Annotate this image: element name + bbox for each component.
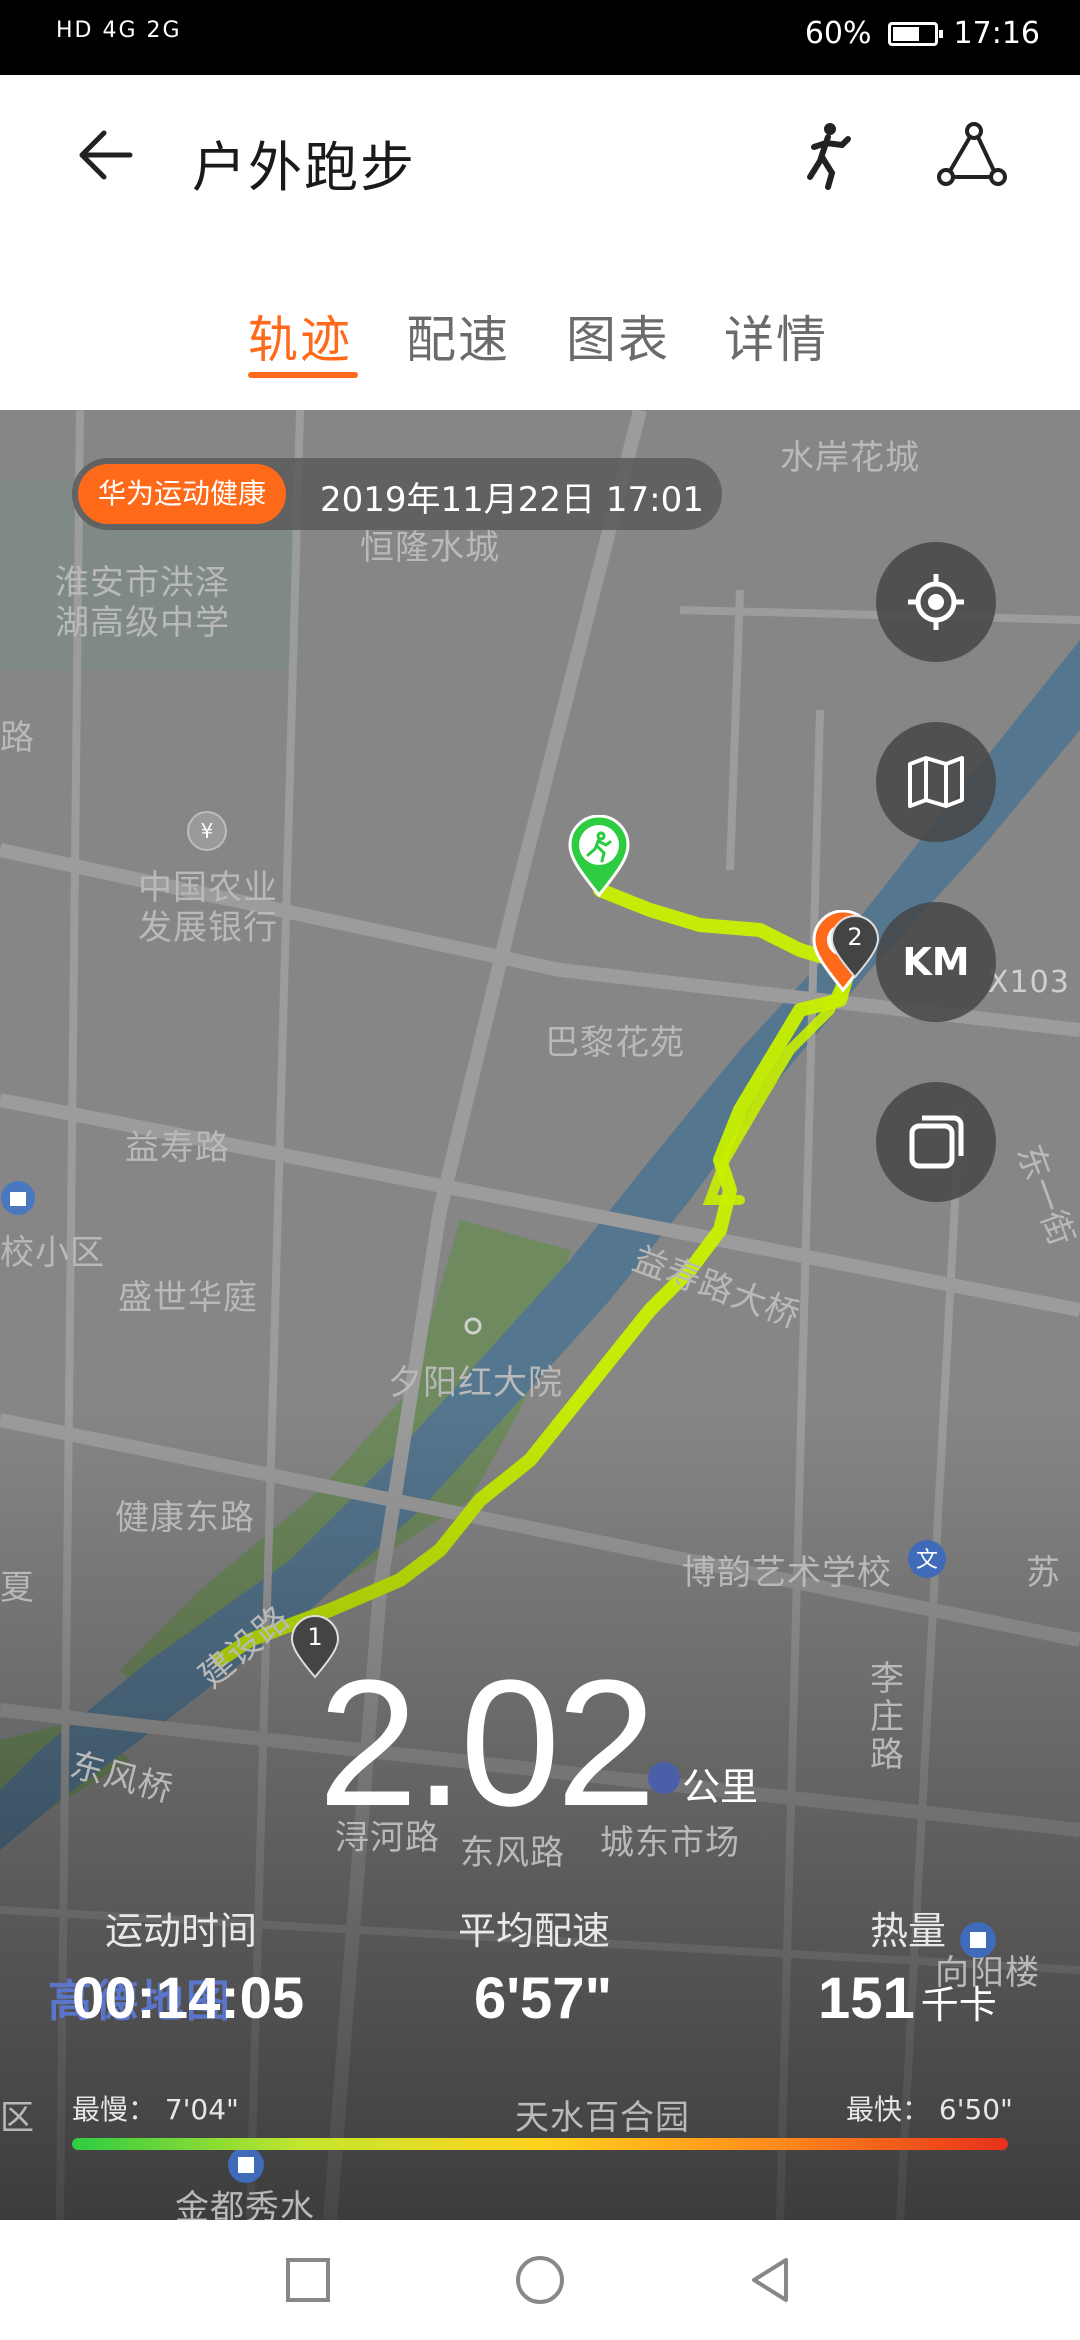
map-label: X103 [988, 965, 1070, 1000]
residence-icon [228, 2147, 264, 2183]
distance-value: 2.02 [318, 1643, 656, 1844]
calories-label: 热量 [870, 1909, 947, 1953]
unit-label: KM [902, 940, 970, 984]
distance-unit: 公里 [682, 1765, 759, 1809]
map-label: 水岸花城 [780, 438, 920, 478]
system-nav-bar [0, 2220, 1080, 2340]
map-label: 博韵艺术学校 [682, 1553, 892, 1593]
map-type-button[interactable] [876, 722, 996, 842]
layers-icon [909, 1115, 964, 1169]
map-label: 李庄路 [870, 1659, 905, 1775]
home-icon[interactable] [512, 2252, 568, 2308]
slowest-pace: 最慢： 7'04" [72, 2093, 239, 2126]
school-icon: 文 [908, 1540, 946, 1578]
map-label: 发展银行 [138, 908, 278, 948]
map-label: 益寿路 [125, 1128, 230, 1168]
map-label: 金都秀水 [175, 2188, 315, 2220]
pace-value: 6'57" [474, 1966, 613, 2031]
app-header: 户外跑步 [0, 75, 1080, 225]
record-datetime: 2019年11月22日 17:01 [320, 480, 704, 520]
map-label: 校小区 [0, 1233, 105, 1273]
network-indicators: HD 4G 2G [56, 18, 182, 43]
duration-value: 00:14:05 [72, 1966, 305, 2031]
battery-percent: 60% [804, 16, 872, 51]
clock: 17:16 [953, 16, 1040, 51]
residence-icon [1, 1181, 35, 1215]
back-icon[interactable] [742, 2252, 798, 2308]
map-label: 夏 [0, 1568, 35, 1608]
start-marker-icon [568, 815, 630, 897]
tab-chart[interactable]: 图表 [566, 300, 670, 372]
svg-text:¥: ¥ [201, 819, 214, 843]
route-map[interactable]: 水岸花城 恒隆水城 淮安市洪泽 湖高级中学 路 中国农业 发展银行 X103 巴… [0, 410, 1080, 2220]
runner-icon[interactable] [790, 117, 866, 193]
map-label: 天水百合园 [515, 2098, 690, 2138]
locate-button[interactable] [876, 542, 996, 662]
tab-details[interactable]: 详情 [724, 300, 828, 372]
svg-text:文: 文 [916, 1548, 938, 1573]
place-dot-icon [464, 1317, 482, 1335]
status-bar: HD 4G 2G 60% 17:16 [0, 0, 1080, 75]
km-marker: 2 [830, 915, 880, 979]
recent-apps-icon[interactable] [280, 2252, 336, 2308]
duration-label: 运动时间 [105, 1909, 258, 1953]
tab-bar: 轨迹 配速 图表 详情 [0, 270, 1080, 410]
map-label: 苏 [1026, 1553, 1061, 1593]
map-label: 夕阳红大院 [388, 1363, 563, 1403]
crosshair-icon [908, 574, 964, 630]
map-label: 湖高级中学 [55, 603, 230, 643]
pace-gradient-bar [72, 2138, 1008, 2150]
map-label: 健康东路 [115, 1498, 255, 1538]
battery-icon [887, 21, 943, 46]
map-label: 路 [0, 718, 35, 758]
map-icon [908, 756, 964, 808]
route-share-icon[interactable] [934, 117, 1010, 193]
page-title: 户外跑步 [192, 136, 416, 199]
unit-button[interactable]: KM [876, 902, 996, 1022]
status-right: 60% 17:16 [805, 16, 1040, 51]
layers-button[interactable] [876, 1082, 996, 1202]
arrow-left-icon[interactable] [72, 120, 142, 190]
map-label: 巴黎花苑 [545, 1023, 685, 1063]
brand-badge: 华为运动健康 [78, 464, 287, 524]
calories-number: 151 [818, 1966, 915, 2031]
km-marker-label: 2 [847, 923, 863, 951]
map-label: 区 [0, 2098, 35, 2138]
record-info-pill: 华为运动健康 2019年11月22日 17:01 [72, 458, 722, 530]
map-label: 盛世华庭 [118, 1278, 258, 1318]
bank-icon: ¥ [187, 811, 227, 851]
building-icon [960, 1922, 996, 1958]
tab-track[interactable]: 轨迹 [248, 300, 352, 372]
tab-pace[interactable]: 配速 [406, 300, 510, 372]
fastest-pace: 最快： 6'50" [846, 2093, 1013, 2126]
calories-unit: 千卡 [920, 1983, 997, 2027]
pace-label: 平均配速 [458, 1909, 611, 1953]
tab-active-indicator [248, 372, 358, 378]
calories-value: 151 千卡 [818, 1965, 997, 2032]
